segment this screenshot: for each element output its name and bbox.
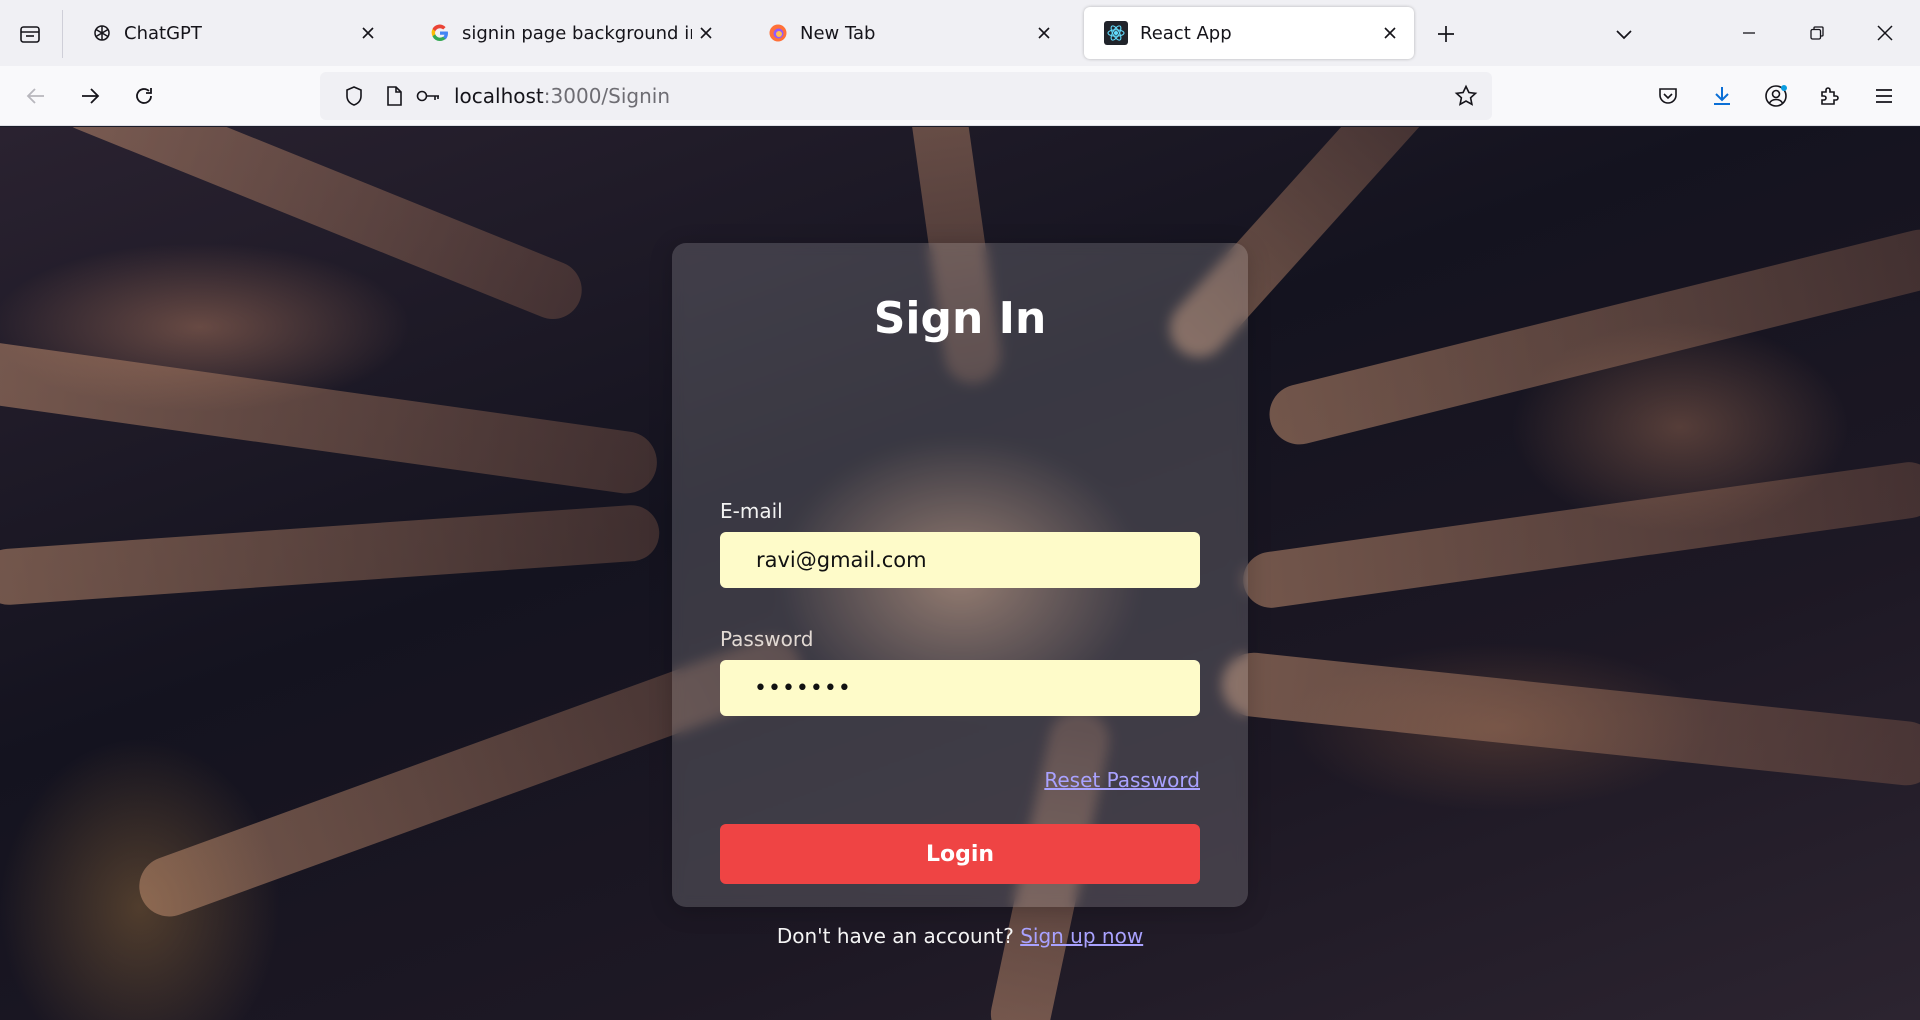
tab-title: React App (1140, 22, 1232, 44)
firefox-icon (768, 23, 788, 43)
close-icon[interactable] (1030, 19, 1058, 47)
signup-link[interactable]: Sign up now (1020, 924, 1143, 948)
key-icon[interactable] (414, 84, 442, 108)
url-host: localhost (454, 84, 544, 108)
hamburger-menu-icon (1876, 89, 1892, 103)
tab-separator (62, 10, 63, 58)
chatgpt-icon (92, 23, 112, 43)
tab-title: signin page background image (462, 22, 692, 44)
minimize-button[interactable] (1726, 12, 1772, 54)
menu-button[interactable] (1864, 76, 1904, 116)
email-label: E-mail (720, 499, 783, 523)
chevron-down-icon (1616, 30, 1632, 40)
close-icon[interactable] (354, 19, 382, 47)
tab-title: ChatGPT (124, 22, 202, 44)
downloads-button[interactable] (1702, 76, 1742, 116)
react-icon (1104, 21, 1128, 45)
close-window-button[interactable] (1862, 12, 1908, 54)
password-label: Password (720, 627, 814, 651)
signin-card: Sign In E-mail ravi@gmail.com Password •… (672, 243, 1248, 948)
firefox-view-button[interactable] (10, 16, 50, 52)
reload-button[interactable] (124, 76, 164, 116)
extensions-button[interactable] (1810, 76, 1850, 116)
page-viewport: Sign In E-mail ravi@gmail.com Password •… (0, 127, 1920, 1020)
url-bar[interactable]: localhost:3000/Signin (320, 72, 1492, 120)
account-icon (1765, 85, 1787, 107)
arrow-left-icon (26, 88, 44, 104)
close-icon[interactable] (1376, 19, 1404, 47)
password-field[interactable]: ••••••• (720, 660, 1200, 716)
new-tab-button[interactable] (1428, 18, 1464, 50)
tab-new-tab[interactable]: New Tab (748, 7, 1068, 59)
firefox-view-icon (20, 26, 40, 43)
login-button[interactable]: Login (720, 824, 1200, 884)
tab-google-search[interactable]: signin page background image (410, 7, 730, 59)
back-button[interactable] (16, 76, 56, 116)
arrow-right-icon (82, 88, 100, 104)
forward-button[interactable] (70, 76, 110, 116)
tab-react-app[interactable]: React App (1084, 7, 1414, 59)
minimize-icon (1743, 32, 1755, 34)
tab-title: New Tab (800, 22, 876, 44)
plus-icon (1438, 26, 1454, 42)
url-text[interactable]: localhost:3000/Signin (454, 84, 670, 108)
tab-strip: ChatGPT signin page background image New… (0, 0, 1920, 66)
reload-icon (136, 88, 152, 104)
url-path: :3000/Signin (543, 84, 671, 108)
restore-button[interactable] (1794, 12, 1840, 54)
email-field[interactable]: ravi@gmail.com (720, 532, 1200, 588)
puzzle-icon (1821, 87, 1839, 105)
shield-icon[interactable] (342, 84, 366, 108)
pocket-button[interactable] (1648, 76, 1688, 116)
page-icon[interactable] (382, 84, 406, 108)
tab-chatgpt[interactable]: ChatGPT (72, 7, 392, 59)
signin-title: Sign In (873, 293, 1047, 344)
account-button[interactable] (1756, 76, 1796, 116)
restore-icon (1810, 26, 1824, 40)
signup-prompt: Don't have an account? Sign up now (672, 924, 1248, 948)
close-icon (1877, 25, 1893, 41)
list-all-tabs-button[interactable] (1606, 18, 1642, 50)
close-icon[interactable] (692, 19, 720, 47)
reset-password-link[interactable]: Reset Password (1044, 768, 1200, 792)
signup-prompt-text: Don't have an account? (776, 924, 1014, 948)
pocket-icon (1659, 88, 1677, 104)
navigation-toolbar: localhost:3000/Signin (0, 66, 1920, 126)
bookmark-star-icon[interactable] (1454, 84, 1478, 108)
download-icon (1714, 87, 1730, 105)
google-icon (430, 23, 450, 43)
